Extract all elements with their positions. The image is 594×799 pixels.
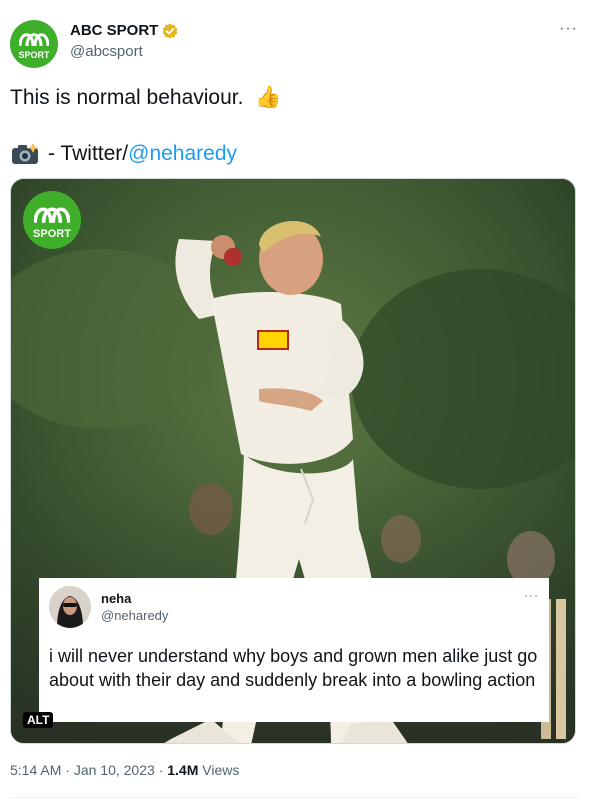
quoted-user-handle: @neharedy	[101, 608, 169, 623]
meta-separator: ·	[65, 762, 70, 778]
avatar-label: SPORT	[18, 50, 50, 60]
divider	[10, 797, 580, 798]
quoted-more-icon: ···	[524, 588, 539, 602]
tweet-time[interactable]: 5:14 AM	[10, 762, 61, 778]
meta-separator: ·	[158, 762, 164, 778]
embedded-tweet-card: neha @neharedy ··· i will never understa…	[39, 578, 549, 722]
tweet-text: This is normal behaviour. 👍	[10, 84, 580, 112]
photo-credit: - Twitter/ @neharedy	[10, 140, 237, 168]
author-name[interactable]: ABC SPORT	[70, 22, 158, 39]
alt-text-button[interactable]: ALT	[23, 712, 54, 728]
abc-logo-icon	[19, 33, 49, 47]
camera-flash-icon	[12, 143, 39, 164]
author-handle[interactable]: @abcsport	[70, 43, 143, 60]
author-avatar[interactable]: SPORT	[10, 20, 58, 68]
mention-link[interactable]: @neharedy	[128, 140, 237, 168]
tweet-meta: 5:14 AM · Jan 10, 2023 · 1.4M Views	[10, 762, 239, 778]
tweet-date[interactable]: Jan 10, 2023	[74, 762, 155, 778]
more-options-icon[interactable]: ···	[559, 20, 578, 38]
verified-badge-icon	[163, 23, 178, 38]
quoted-user-avatar	[49, 586, 91, 628]
tweet-body: This is normal behaviour.	[10, 86, 244, 109]
views-count: 1.4M	[167, 762, 199, 778]
views-label: Views	[202, 762, 240, 778]
abc-sport-watermark: SPORT	[23, 191, 81, 249]
tweet-header: SPORT ABC SPORT @abcsport ···	[10, 14, 580, 70]
quoted-tweet-text: i will never understand why boys and gro…	[49, 646, 538, 690]
abc-logo-icon	[34, 207, 70, 223]
watermark-label: SPORT	[33, 228, 71, 240]
quoted-user-name: neha	[101, 591, 132, 606]
thumbs-up-icon: 👍	[255, 86, 282, 109]
credit-prefix: - Twitter/	[48, 142, 129, 165]
tweet-media[interactable]: SPORT neha @neharedy ··· i will never un…	[10, 178, 576, 744]
